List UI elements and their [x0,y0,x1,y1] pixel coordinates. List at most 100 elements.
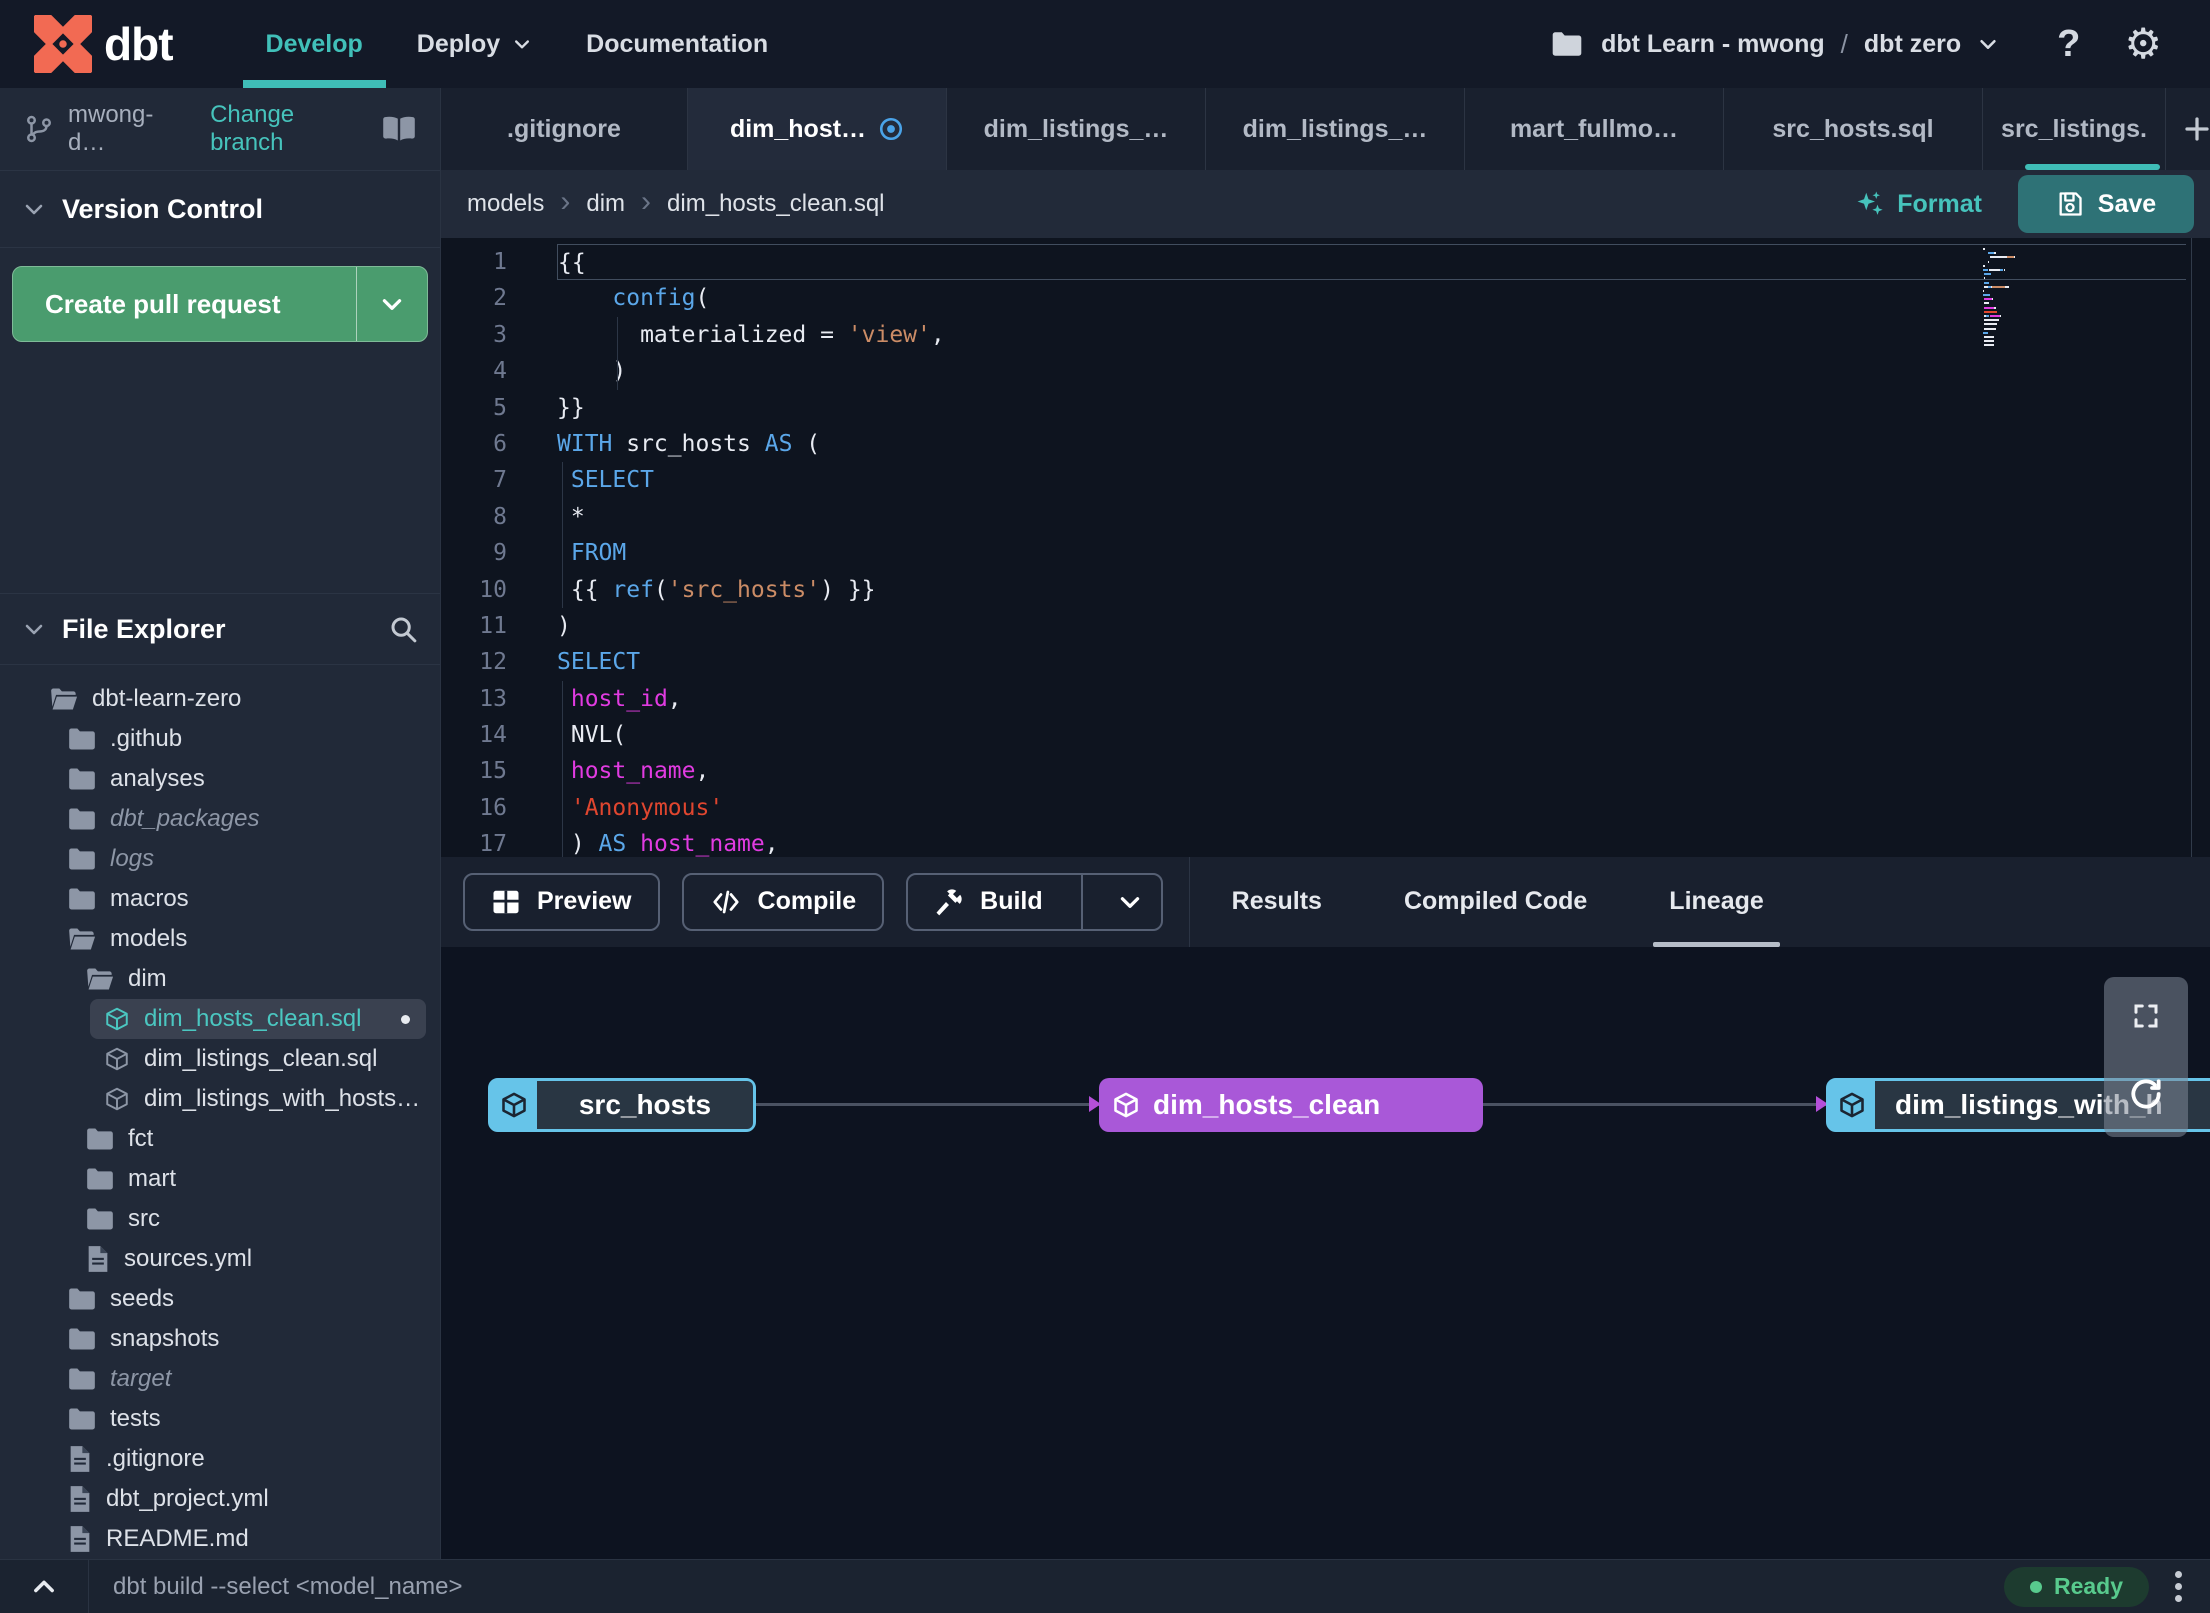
build-dropdown-button[interactable] [1099,889,1161,915]
code-editor[interactable]: 1{{2 config(3 materialized = 'view', 4 ) 5… [441,238,2210,857]
tree-item-macros[interactable]: macros [54,879,426,919]
tree-item-dbt-project-yml[interactable]: dbt_project.yml [54,1479,426,1519]
chevron-down-icon[interactable] [1977,33,1999,55]
code-line[interactable]: 16 'Anonymous' [441,789,2210,827]
project-breadcrumb[interactable]: dbt Learn - mwong / dbt zero [1601,29,1999,60]
hammer-icon [934,887,964,917]
tree-item-target[interactable]: target [54,1359,426,1399]
save-button[interactable]: Save [2018,175,2194,233]
code-line[interactable]: 11) [441,608,2210,644]
create-pull-request-button[interactable]: Create pull request [12,266,428,342]
settings-gear-icon[interactable]: ⚙ [2124,23,2162,65]
search-icon[interactable] [388,614,418,644]
tree-item-readme-md[interactable]: README.md [54,1519,426,1559]
fullscreen-icon[interactable] [2131,1001,2161,1031]
command-bar: Ready [0,1559,2210,1613]
lineage-graph[interactable]: src_hosts dim_hosts_clean dim_listings_wit… [441,946,2210,1559]
tree-item-dim[interactable]: dim [72,959,426,999]
line-number: 17 [479,831,507,857]
tree-item-tests[interactable]: tests [54,1399,426,1439]
build-button[interactable]: Build [906,872,1163,931]
breadcrumb-item[interactable]: dim [586,190,625,218]
file-tab[interactable]: src_listings. [1983,88,2166,170]
panel-divider [1188,856,1190,947]
tree-item-label: dbt_project.yml [106,1485,269,1512]
dbt-logo[interactable]: dbt [34,15,174,73]
line-number: 15 [479,758,507,785]
code-line[interactable]: 10 {{ ref('src_hosts') }} [441,571,2210,608]
file-tab[interactable]: dim_listings_… [1206,88,1465,170]
editor-scrollbar[interactable] [2191,238,2192,857]
tree-item-dim-hosts-clean-sql[interactable]: dim_hosts_clean.sql [90,999,426,1039]
line-number: 2 [493,285,507,312]
lineage-node-dim_hosts_clean[interactable]: dim_hosts_clean [1099,1077,1483,1132]
code-line[interactable]: 1{{ [441,244,2210,281]
code-line[interactable]: 2 config( [441,280,2210,316]
tree-item-analyses[interactable]: analyses [54,759,426,799]
tree-item-seeds[interactable]: seeds [54,1279,426,1319]
nav-develop[interactable]: Develop [239,0,390,88]
tab-compiled-code[interactable]: Compiled Code [1398,857,1593,947]
code-line[interactable]: 13 host_id, [441,680,2210,718]
nav-documentation[interactable]: Documentation [559,0,795,88]
lineage-node-src_hosts[interactable]: src_hosts [488,1077,756,1132]
tree-item-src[interactable]: src [72,1199,426,1239]
tree-item-label: dim_listings_clean.sql [144,1045,378,1072]
breadcrumb-item[interactable]: models [467,190,544,218]
tree-item-mart[interactable]: mart [72,1159,426,1199]
code-line[interactable]: 12 SELECT [441,644,2210,680]
tree-item--gitignore[interactable]: .gitignore [54,1439,426,1479]
refresh-icon[interactable] [2127,1075,2165,1113]
code-line[interactable]: 8 * [441,498,2210,536]
tree-item-dbt-learn-zero[interactable]: dbt-learn-zero [36,679,426,719]
folder-icon [68,1287,96,1311]
code-line[interactable]: 5}} [441,390,2210,426]
code-line[interactable]: 7 SELECT [441,462,2210,499]
tree-item-dim-listings-with-hosts-[interactable]: dim_listings_with_hosts… [90,1079,426,1119]
code-line[interactable]: 15 host_name, [441,753,2210,790]
new-tab-button[interactable] [2166,88,2210,170]
pr-dropdown-button[interactable] [357,267,427,341]
file-tab[interactable]: mart_fullmo… [1465,88,1724,170]
file-tab[interactable]: src_hosts.sql [1724,88,1983,170]
version-control-header[interactable]: Version Control [0,171,440,248]
tree-item-logs[interactable]: logs [54,839,426,879]
tree-item-dim-listings-clean-sql[interactable]: dim_listings_clean.sql [90,1039,426,1079]
tab-lineage[interactable]: Lineage [1653,857,1781,947]
command-input[interactable] [111,1571,1115,1602]
format-button[interactable]: Format [1855,189,1982,219]
code-line[interactable]: 6 WITH src_hosts AS ( [441,426,2210,462]
file-explorer-header[interactable]: File Explorer [0,593,440,665]
expand-command-bar-button[interactable] [0,1560,89,1613]
editor-minimap[interactable] [1983,248,2037,349]
tree-item-label: dim_hosts_clean.sql [144,1005,362,1032]
file-tab[interactable]: dim_listings_… [947,88,1206,170]
tree-item-sources-yml[interactable]: sources.yml [72,1239,426,1279]
line-number: 4 [493,358,507,385]
change-branch-link[interactable]: Change branch [210,101,368,157]
nav-deploy[interactable]: Deploy [390,0,559,88]
code-line[interactable]: 14 NVL( [441,717,2210,754]
preview-button[interactable]: Preview [463,872,660,931]
code-line[interactable]: 9 FROM [441,535,2210,572]
line-number: 7 [493,467,507,494]
tree-item-snapshots[interactable]: snapshots [54,1319,426,1359]
tree-item-models[interactable]: models [54,919,426,959]
tab-results[interactable]: Results [1226,857,1328,947]
tree-item--github[interactable]: .github [54,719,426,759]
status-dot-icon [2029,1580,2042,1593]
compile-button[interactable]: Compile [681,872,885,931]
code-line[interactable]: 3 materialized = 'view', [441,316,2210,354]
kebab-menu-icon[interactable] [2175,1571,2182,1602]
code-line[interactable]: 4 ) [441,353,2210,390]
code-line[interactable]: 17 ) AS host_name, [441,826,2210,857]
docs-book-icon[interactable] [382,115,416,143]
tree-item-fct[interactable]: fct [72,1119,426,1159]
breadcrumb-item-current: dim_hosts_clean.sql [667,190,885,217]
tab-scrollbar[interactable] [2025,164,2160,170]
tree-item-dbt-packages[interactable]: dbt_packages [54,799,426,839]
file-tab[interactable]: .gitignore [441,88,688,170]
file-tab[interactable]: dim_host… [688,88,947,170]
help-icon[interactable]: ? [2057,23,2080,66]
line-number: 14 [479,722,507,749]
